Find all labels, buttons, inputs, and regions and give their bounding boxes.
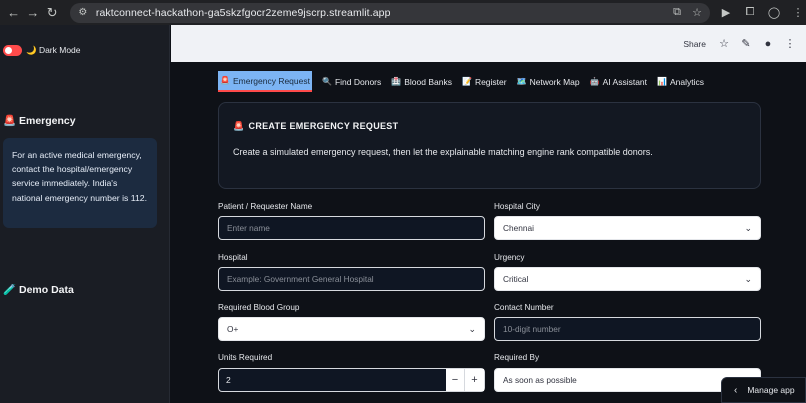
main-content: 🚨 Emergency Request 🔍 Find Donors 🏥 Bloo… [171, 62, 806, 403]
tab-label: Network Map [529, 76, 580, 87]
chevron-down-icon: ⌄ [744, 274, 752, 284]
chevron-down-icon: ⌄ [744, 223, 752, 233]
patient-name-label: Patient / Requester Name [218, 202, 313, 211]
search-icon: 🔍 [321, 77, 332, 86]
tab-network-map[interactable]: 🗺️ Network Map [517, 71, 580, 92]
dark-mode-toggle-row[interactable]: 🌙 Dark Mode [3, 45, 81, 56]
memo-icon: 📝 [461, 77, 472, 86]
siren-icon: 🚨 [220, 76, 230, 85]
sidebar: 🌙 Dark Mode 🚨 Emergency For an active me… [0, 25, 170, 403]
card-title-text: CREATE EMERGENCY REQUEST [248, 121, 399, 131]
browser-toolbar: ← → ↻ ⚙ raktconnect-hackathon-ga5skzfgoc… [0, 0, 806, 25]
extension-icon[interactable]: ▶ [718, 5, 734, 21]
card-title: 🚨 CREATE EMERGENCY REQUEST [233, 121, 746, 132]
hospital-input[interactable]: Example: Government General Hospital [218, 267, 485, 291]
address-bar[interactable]: ⚙ raktconnect-hackathon-ga5skzfgocr2zeme… [69, 2, 711, 23]
app-header: Share ☆ ✎ ● ⋮ [171, 25, 806, 62]
hospital-label: Hospital [218, 253, 248, 262]
tab-bar: 🚨 Emergency Request 🔍 Find Donors 🏥 Bloo… [218, 71, 704, 92]
urgency-value: Critical [503, 274, 529, 284]
units-required-label: Units Required [218, 353, 273, 362]
blood-group-select[interactable]: O+ ⌄ [218, 317, 485, 341]
siren-icon: 🚨 [233, 121, 245, 131]
manage-app-button[interactable]: ‹ Manage app [721, 377, 806, 403]
tab-label: Emergency Request [232, 75, 310, 86]
main-menu-icon[interactable]: ⋮ [784, 38, 796, 50]
emergency-request-card: 🚨 CREATE EMERGENCY REQUEST Create a simul… [218, 102, 761, 189]
url-text[interactable]: raktconnect-hackathon-ga5skzfgocr2zeme9j… [96, 7, 391, 19]
tab-ai-assistant[interactable]: 🤖 AI Assistant [590, 71, 647, 92]
card-description: Create a simulated emergency request, th… [233, 147, 653, 157]
decrement-button[interactable]: − [446, 369, 465, 391]
tab-label: Register [474, 76, 507, 87]
tab-analytics[interactable]: 📊 Analytics [657, 71, 704, 92]
units-required-value[interactable]: 2 [219, 369, 446, 391]
robot-icon: 🤖 [589, 77, 600, 86]
tab-find-donors[interactable]: 🔍 Find Donors [322, 71, 381, 92]
emergency-heading: 🚨 Emergency [3, 115, 76, 127]
manage-app-label: Manage app [747, 385, 795, 395]
hospital-city-select[interactable]: Chennai ⌄ [494, 216, 761, 240]
extensions-puzzle-icon[interactable]: ⧠ [742, 5, 758, 21]
units-required-stepper[interactable]: 2 − + [218, 368, 485, 392]
dark-mode-label: 🌙 Dark Mode [26, 45, 81, 55]
reload-icon[interactable]: ↻ [43, 3, 62, 23]
patient-name-input[interactable]: Enter name [218, 216, 485, 240]
star-icon[interactable]: ☆ [718, 38, 730, 50]
share-button[interactable]: Share [683, 39, 706, 49]
dark-mode-toggle[interactable] [3, 45, 22, 56]
chart-icon: 📊 [657, 77, 667, 86]
required-by-label: Required By [494, 353, 540, 362]
emergency-info-box: For an active medical emergency, contact… [3, 138, 157, 228]
contact-number-label: Contact Number [494, 303, 554, 312]
tab-label: Blood Banks [404, 76, 452, 87]
profile-icon[interactable]: ◯ [766, 5, 782, 21]
blood-group-label: Required Blood Group [218, 303, 300, 312]
chevron-down-icon: ⌄ [468, 324, 476, 334]
github-icon[interactable]: ● [762, 38, 774, 50]
bookmark-star-icon[interactable]: ☆ [690, 6, 704, 20]
hospital-city-value: Chennai [503, 223, 534, 233]
tab-blood-banks[interactable]: 🏥 Blood Banks [391, 71, 452, 92]
chevron-left-icon: ‹ [734, 384, 738, 396]
demo-data-heading: 🧪 Demo Data [3, 284, 74, 296]
hospital-city-label: Hospital City [494, 202, 540, 211]
urgency-select[interactable]: Critical ⌄ [494, 267, 761, 291]
blood-group-value: O+ [227, 324, 239, 334]
site-info-icon[interactable]: ⚙ [76, 6, 90, 20]
edit-icon[interactable]: ✎ [740, 38, 752, 50]
urgency-label: Urgency [494, 253, 525, 262]
tab-register[interactable]: 📝 Register [462, 71, 507, 92]
increment-button[interactable]: + [465, 369, 484, 391]
forward-icon[interactable]: → [23, 3, 42, 23]
contact-number-input[interactable]: 10-digit number [494, 317, 761, 341]
tab-label: AI Assistant [602, 76, 648, 87]
tab-label: Analytics [670, 76, 705, 87]
hospital-icon: 🏥 [391, 77, 402, 86]
back-icon[interactable]: ← [4, 3, 23, 23]
install-app-icon[interactable]: ⧉ [670, 6, 684, 20]
tab-label: Find Donors [334, 76, 382, 87]
tab-emergency-request[interactable]: 🚨 Emergency Request [218, 71, 312, 92]
chrome-menu-icon[interactable]: ⋮ [790, 5, 806, 21]
map-icon: 🗺️ [516, 77, 527, 86]
